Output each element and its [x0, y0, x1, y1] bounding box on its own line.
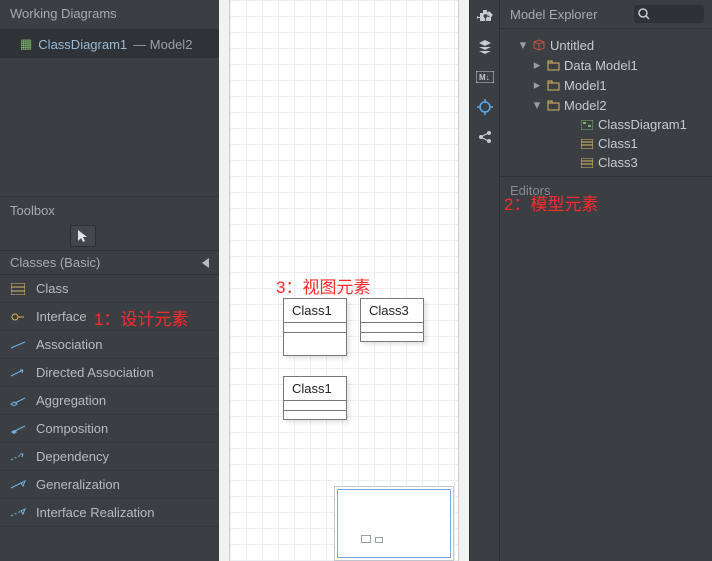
toolbox-item-assoc[interactable]: Association	[0, 331, 219, 359]
dassoc-icon	[10, 368, 26, 378]
uml-class-name: Class1	[284, 299, 346, 323]
toolbox-item-label: Class	[36, 281, 69, 296]
toolstrip-md-icon[interactable]: M↓	[474, 66, 496, 88]
toolbox-item-ireal[interactable]: Interface Realization	[0, 499, 219, 527]
tree-node-icon	[546, 80, 560, 91]
aggr-icon	[10, 396, 26, 406]
toolbox-item-label: Dependency	[36, 449, 109, 464]
model-explorer-header: Model Explorer	[500, 0, 712, 29]
tree-node-icon	[580, 139, 594, 149]
uml-class-name: Class1	[284, 377, 346, 401]
uml-class-box[interactable]: Class3	[360, 298, 424, 342]
tree-caret-icon: ▸	[532, 77, 542, 93]
toolbox-item-label: Interface Realization	[36, 505, 155, 520]
tree-caret-icon: ▾	[518, 37, 528, 53]
toolbox-title: Toolbox	[0, 197, 219, 222]
tree-package[interactable]: ▸ Data Model1	[504, 55, 708, 75]
working-diagrams-title: Working Diagrams	[0, 0, 219, 30]
toolbox-cursor-row	[0, 222, 219, 250]
toolbox-item-label: Directed Association	[36, 365, 154, 380]
working-diagram-suffix: — Model2	[133, 37, 192, 52]
tree-caret-icon: ▸	[532, 57, 542, 73]
uml-class-name: Class3	[361, 299, 423, 323]
dep-icon	[10, 452, 26, 462]
uml-class-section	[361, 323, 423, 333]
tree-node-icon	[532, 39, 546, 51]
model-explorer-search[interactable]	[634, 5, 704, 23]
toolbox-list: Class Interface Association Directed Associ…	[0, 275, 219, 527]
editors-title: Editors	[500, 176, 712, 204]
collapse-icon	[202, 258, 209, 268]
toolstrip-puzzle-icon[interactable]	[474, 6, 496, 28]
ireal-icon	[10, 508, 26, 518]
tree-diagram[interactable]: ClassDiagram1	[504, 115, 708, 134]
toolstrip-stack-icon[interactable]	[474, 36, 496, 58]
toolstrip-target-icon[interactable]	[474, 96, 496, 118]
tree-node-label: Class3	[598, 155, 638, 170]
toolbox-item-aggr[interactable]: Aggregation	[0, 387, 219, 415]
toolbox-item-label: Association	[36, 337, 102, 352]
model-explorer-title: Model Explorer	[510, 7, 597, 22]
diagram-icon: ▦	[20, 36, 32, 52]
model-tree: ▾ Untitled ▸ Data Model1 ▸ Model1 ▾ Model2 Class…	[500, 29, 712, 176]
tree-node-label: ClassDiagram1	[598, 117, 687, 132]
uml-class-section	[284, 411, 346, 421]
right-toolstrip: M↓	[469, 0, 499, 561]
toolbox-item-label: Composition	[36, 421, 108, 436]
tree-node-label: Class1	[598, 136, 638, 151]
tree-node-label: Model2	[564, 98, 607, 113]
toolbox-item-gen[interactable]: Generalization	[0, 471, 219, 499]
working-diagram-tab[interactable]: ▦ ClassDiagram1 — Model2	[0, 30, 219, 58]
uml-class-section	[284, 401, 346, 411]
toolbox-item-interface[interactable]: Interface	[0, 303, 219, 331]
tree-node-label: Model1	[564, 78, 607, 93]
tree-package[interactable]: ▾ Model2	[504, 95, 708, 115]
tree-package[interactable]: ▸ Model1	[504, 75, 708, 95]
uml-class-box[interactable]: Class1	[283, 298, 347, 356]
select-tool-button[interactable]	[70, 225, 96, 247]
diagram-canvas[interactable]: Class1 Class3 Class1	[229, 0, 459, 561]
toolbox-item-label: Interface	[36, 309, 87, 324]
tree-node-icon	[580, 120, 594, 130]
toolbox-item-dep[interactable]: Dependency	[0, 443, 219, 471]
tree-node-icon	[546, 100, 560, 111]
center-area: Class1 Class3 Class1	[219, 0, 469, 561]
toolbox-item-label: Generalization	[36, 477, 120, 492]
minimap[interactable]	[334, 486, 454, 561]
toolbox-item-label: Aggregation	[36, 393, 106, 408]
toolbox-section-header[interactable]: Classes (Basic)	[0, 250, 219, 275]
toolbox-item-comp[interactable]: Composition	[0, 415, 219, 443]
svg-text:M↓: M↓	[479, 73, 490, 82]
uml-class-box[interactable]: Class1	[283, 376, 347, 420]
uml-class-section	[361, 333, 423, 343]
tree-root[interactable]: ▾ Untitled	[504, 35, 708, 55]
minimap-viewport[interactable]	[337, 489, 451, 558]
assoc-icon	[10, 340, 26, 350]
working-diagrams-panel: Working Diagrams ▦ ClassDiagram1 — Model…	[0, 0, 219, 197]
tree-class[interactable]: Class1	[504, 134, 708, 153]
toolbox-item-class[interactable]: Class	[0, 275, 219, 303]
working-diagram-name: ClassDiagram1	[38, 37, 127, 52]
tree-node-label: Untitled	[550, 38, 594, 53]
minimap-shape	[361, 535, 371, 543]
tree-node-icon	[546, 60, 560, 71]
comp-icon	[10, 424, 26, 434]
left-sidebar: Working Diagrams ▦ ClassDiagram1 — Model…	[0, 0, 219, 561]
minimap-shape	[375, 537, 383, 543]
tree-caret-icon: ▾	[532, 97, 542, 113]
tree-node-icon	[580, 158, 594, 168]
cursor-icon	[77, 229, 89, 243]
uml-class-section	[284, 323, 346, 333]
tree-node-label: Data Model1	[564, 58, 638, 73]
class-icon	[10, 283, 26, 295]
gen-icon	[10, 480, 26, 490]
toolbox-section-title: Classes (Basic)	[10, 255, 100, 270]
right-panel: Model Explorer ▾ Untitled ▸ Data Model1 ▸ Mod…	[499, 0, 712, 561]
search-icon	[638, 8, 650, 20]
uml-class-section	[284, 333, 346, 343]
toolbox-item-dassoc[interactable]: Directed Association	[0, 359, 219, 387]
toolstrip-share-icon[interactable]	[474, 126, 496, 148]
interface-icon	[10, 311, 26, 323]
tree-class[interactable]: Class3	[504, 153, 708, 172]
